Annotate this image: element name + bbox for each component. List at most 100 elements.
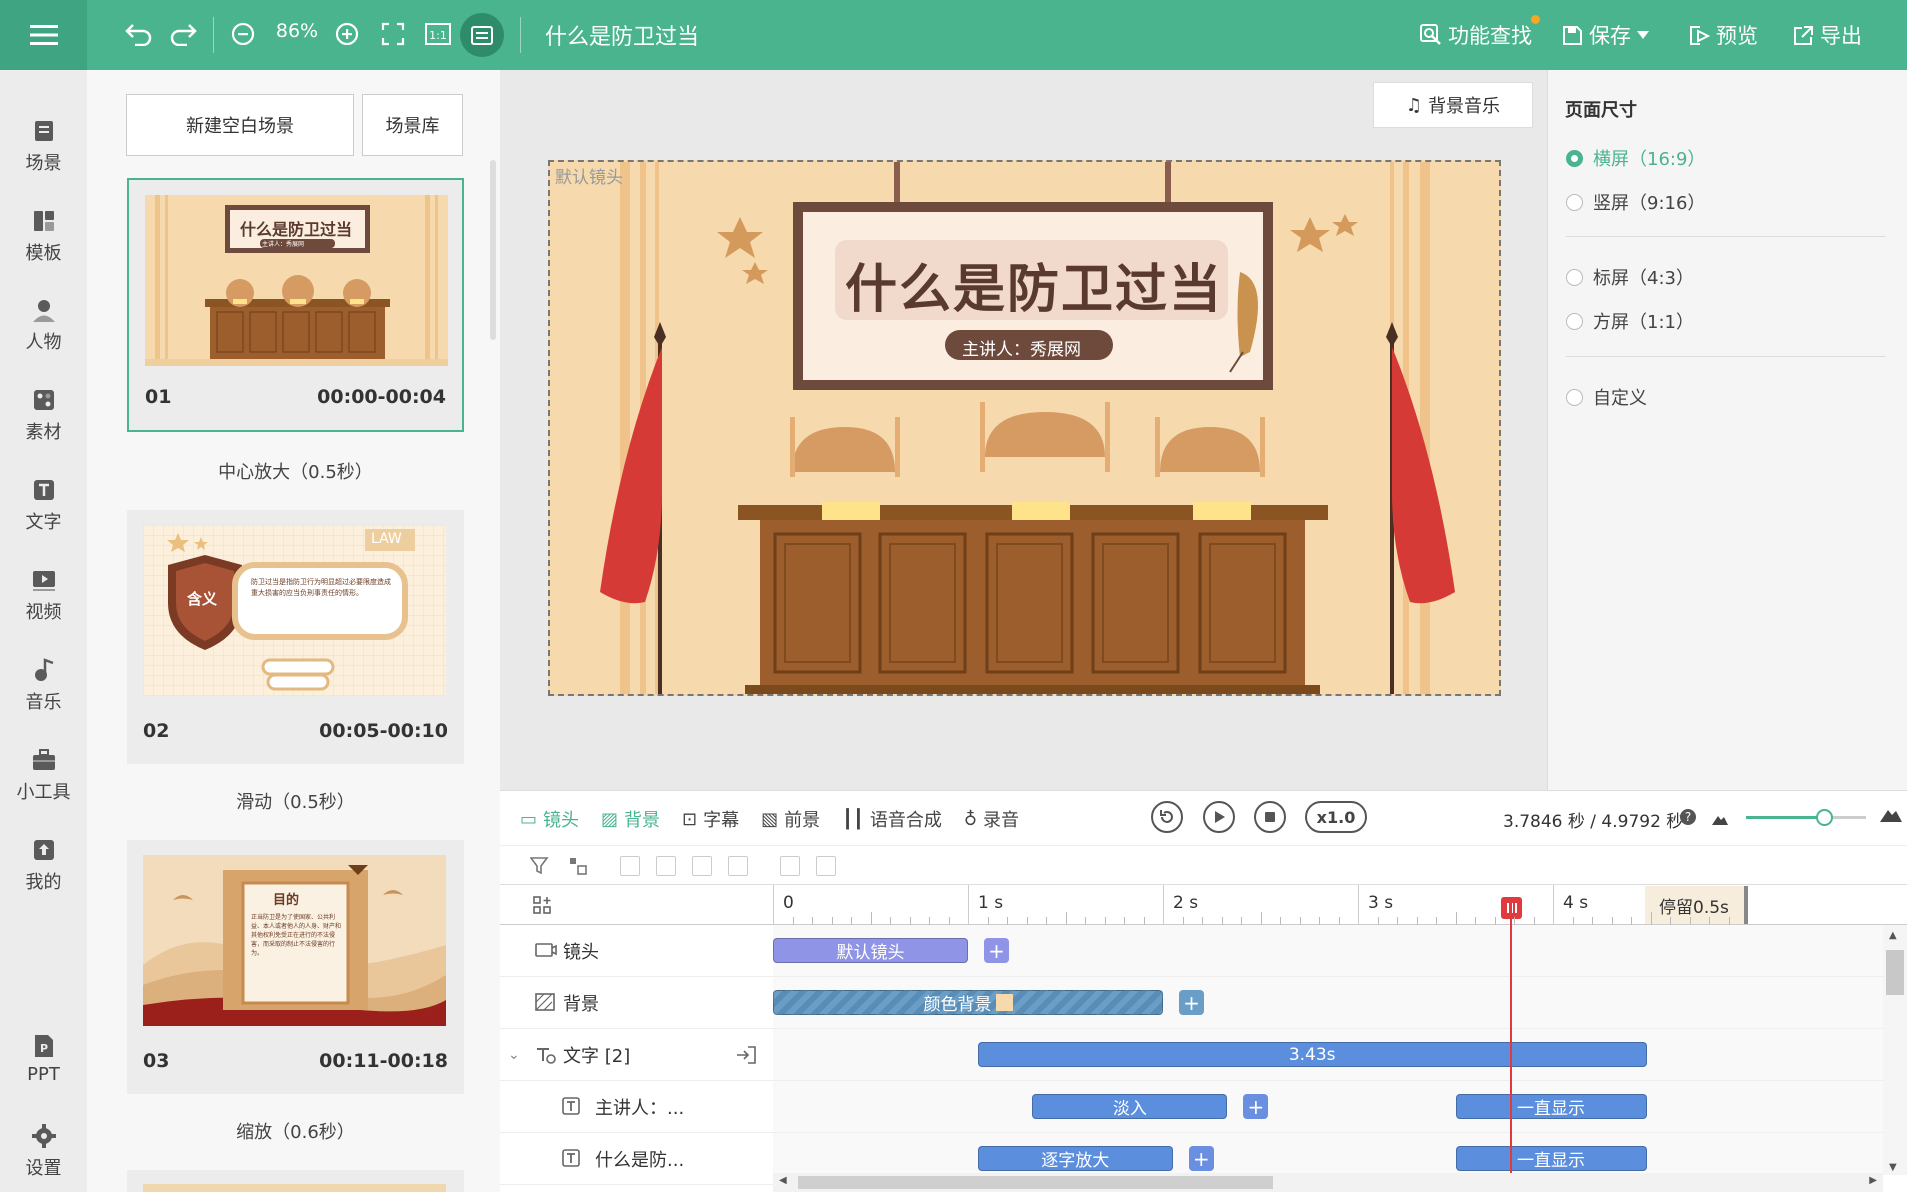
divider [1566, 236, 1886, 237]
tab-camera[interactable]: ▭ 镜头 [520, 806, 579, 832]
radio-custom[interactable]: 自定义 [1566, 384, 1647, 410]
timeline-clip[interactable]: 默认镜头 [773, 938, 968, 963]
group-icon[interactable] [780, 856, 800, 876]
timeline-horizontal-scrollbar[interactable]: ◀ ▶ [773, 1173, 1883, 1192]
slider-knob[interactable] [1816, 809, 1833, 826]
sidebar-item-ppt[interactable]: P PPT [0, 1033, 87, 1085]
track-header[interactable]: 什么是防... [500, 1133, 773, 1185]
track-header[interactable]: 镜头 [500, 925, 773, 977]
track-header[interactable]: 背景 [500, 977, 773, 1029]
scene-card-01[interactable]: 什么是防卫过当 主讲人：秀展网 01 00:00-00:04 [127, 178, 464, 432]
sidebar-item-asset[interactable]: 素材 [0, 387, 87, 444]
align-right-icon[interactable] [692, 856, 712, 876]
timeline-clip[interactable]: 逐字放大 [977, 1146, 1173, 1171]
redo-icon[interactable] [166, 17, 200, 51]
stop-icon[interactable] [1254, 801, 1286, 833]
collapse-chevron-icon[interactable]: ⌄ [508, 1047, 520, 1063]
filter-icon[interactable] [529, 856, 550, 876]
track-lane[interactable] [773, 1081, 1883, 1133]
help-icon[interactable]: ? [1680, 809, 1696, 825]
save-button[interactable]: 保存 [1562, 20, 1649, 50]
add-clip-button[interactable]: + [1188, 1146, 1214, 1171]
slider-fill [1746, 816, 1824, 819]
new-blank-scene-button[interactable]: 新建空白场景 [126, 94, 354, 156]
ruler-minor-tick [792, 917, 794, 925]
timeline-clip[interactable]: 淡入 [1032, 1094, 1228, 1119]
undo-icon[interactable] [122, 17, 156, 51]
sidebar-item-scene[interactable]: 场景 [0, 118, 87, 175]
scene-library-button[interactable]: 场景库 [362, 94, 463, 156]
sidebar-item-person[interactable]: 人物 [0, 297, 87, 354]
tab-background[interactable]: ▨ 背景 [601, 806, 660, 832]
speed-button[interactable]: x1.0 [1305, 801, 1367, 833]
replay-icon[interactable] [1151, 801, 1183, 833]
radio-label: 方屏（1:1） [1593, 312, 1694, 333]
add-clip-button[interactable]: + [1179, 990, 1204, 1015]
sidebar-item-video[interactable]: 视频 [0, 567, 87, 624]
scene-panel-scrollbar[interactable] [490, 160, 496, 340]
timeline-clip[interactable]: 3.43s [977, 1042, 1647, 1067]
scrollbar-thumb[interactable] [798, 1176, 1273, 1189]
fit-screen-icon[interactable] [376, 17, 410, 51]
radio-landscape[interactable]: 横屏（16:9） [1566, 145, 1705, 171]
radio-dot [1566, 268, 1583, 286]
menu-button[interactable] [0, 0, 87, 70]
play-icon[interactable] [1203, 801, 1235, 833]
background-music-button[interactable]: ♫ 背景音乐 [1373, 82, 1533, 128]
slide-stage[interactable]: 什么是防卫过当 主讲人：秀展网 [548, 160, 1501, 696]
add-clip-button[interactable]: + [984, 938, 1009, 963]
sidebar-item-template[interactable]: 模板 [0, 208, 87, 265]
tab-record[interactable]: ♁ 录音 [964, 806, 1019, 832]
preview-button[interactable]: 预览 [1689, 20, 1758, 50]
zoom-in-timeline-icon[interactable] [1880, 806, 1902, 826]
ruler-minor-tick [1592, 917, 1593, 925]
timeline-clip[interactable]: 一直显示 [1455, 1094, 1647, 1119]
scrollbar-thumb[interactable] [1886, 950, 1904, 995]
timeline-zoom-slider[interactable] [1746, 809, 1866, 826]
slide-presenter[interactable]: 主讲人：秀展网 [962, 335, 1081, 360]
sidebar-item-toolbox[interactable]: 小工具 [0, 747, 87, 804]
ruler-minor-tick [1299, 917, 1301, 925]
ruler-minor-tick [870, 912, 872, 925]
scene-number: 01 [145, 386, 172, 408]
export-button[interactable]: 导出 [1793, 20, 1862, 50]
detach-icon[interactable] [736, 1045, 756, 1064]
ungroup-icon[interactable] [816, 856, 836, 876]
scene-transition[interactable]: 缩放（0.6秒） [127, 1118, 464, 1144]
timeline-clip[interactable]: 颜色背景 [773, 990, 1163, 1015]
slide-title[interactable]: 什么是防卫过当 [845, 247, 1223, 322]
timeline-vertical-scrollbar[interactable]: ▲ ▼ [1883, 925, 1907, 1175]
track-header[interactable]: 主讲人：... [500, 1081, 773, 1133]
actual-size-icon[interactable]: 1:1 [421, 17, 455, 51]
timeline-clip[interactable]: 一直显示 [1455, 1146, 1647, 1171]
add-track-icon[interactable] [533, 896, 551, 914]
radio-portrait[interactable]: 竖屏（9:16） [1566, 189, 1705, 215]
pause-block[interactable]: 停留0.5s [1645, 886, 1748, 924]
sidebar-item-gear[interactable]: 设置 [0, 1123, 87, 1180]
add-clip-button[interactable]: + [1243, 1094, 1269, 1119]
scene-card-04[interactable] [127, 1170, 464, 1192]
align-center-icon[interactable] [656, 856, 676, 876]
scene-transition[interactable]: 滑动（0.5秒） [127, 788, 464, 814]
layer-icon[interactable] [568, 856, 588, 876]
radio-square[interactable]: 方屏（1:1） [1566, 308, 1694, 334]
sidebar-item-text[interactable]: 文字 [0, 477, 87, 534]
sidebar-item-music[interactable]: 音乐 [0, 657, 87, 714]
subtitle-mode-icon[interactable] [460, 13, 504, 57]
tab-tts[interactable]: ┃┃ 语音合成 [842, 806, 942, 832]
scene-card-03[interactable]: 目的 正当防卫是为了使国家、公共利益、本人或者他人的人身、财产和其他权利免受正在… [127, 840, 464, 1094]
tab-foreground[interactable]: ▧ 前景 [761, 806, 820, 832]
tab-subtitle[interactable]: ⊡ 字幕 [682, 806, 739, 832]
scene-transition[interactable]: 中心放大（0.5秒） [127, 458, 464, 484]
find-feature-button[interactable]: 功能查找 [1420, 20, 1532, 50]
radio-standard[interactable]: 标屏（4:3） [1566, 264, 1694, 290]
align-left-icon[interactable] [620, 856, 640, 876]
scene-card-02[interactable]: LAW 含义 防卫过当是指防卫行为明显超过必要限度造成重大损害的应当负刑事责任的… [127, 510, 464, 764]
distribute-icon[interactable] [728, 856, 748, 876]
track-header[interactable]: ⌄ 文字 [2] [500, 1029, 773, 1081]
sidebar-item-upload[interactable]: 我的 [0, 837, 87, 894]
zoom-in-icon[interactable] [330, 17, 364, 51]
zoom-out-icon[interactable] [226, 17, 260, 51]
zoom-out-timeline-icon[interactable] [1712, 810, 1728, 829]
document-title[interactable]: 什么是防卫过当 [545, 19, 699, 51]
